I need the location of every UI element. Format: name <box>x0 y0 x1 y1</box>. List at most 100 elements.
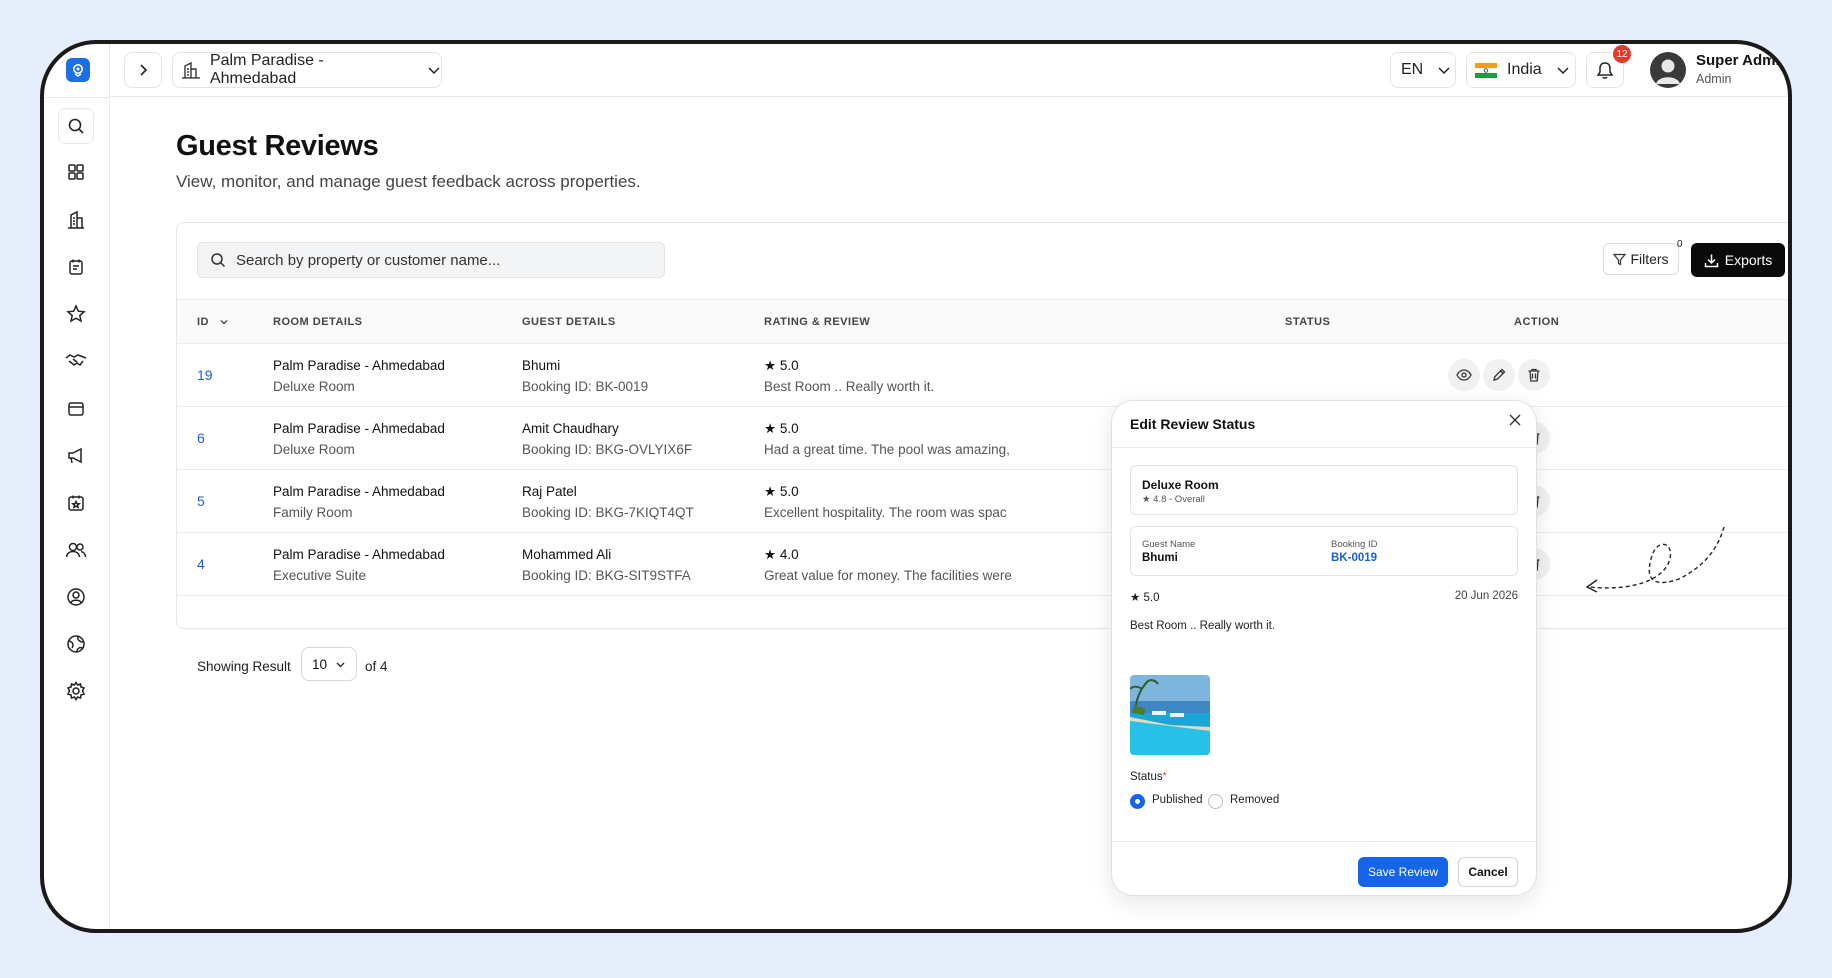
search-icon[interactable] <box>58 108 94 144</box>
rating-value: ★ 5.0 <box>764 484 799 499</box>
user-menu[interactable]: Super Admin Admin <box>1650 50 1792 90</box>
download-icon <box>1704 254 1719 267</box>
published-label[interactable]: Published <box>1152 794 1203 806</box>
users-icon[interactable] <box>61 535 91 565</box>
expand-sidebar-button[interactable] <box>124 52 162 88</box>
property-selector[interactable]: Palm Paradise - Ahmedabad <box>172 52 442 88</box>
megaphone-icon[interactable] <box>61 441 91 471</box>
user-name: Super Admin <box>1696 52 1789 69</box>
property-name: Palm Paradise - Ahmedabad <box>209 52 324 87</box>
globe-icon[interactable] <box>61 629 91 659</box>
removed-label[interactable]: Removed <box>1230 794 1279 806</box>
col-id-header[interactable]: ID <box>197 316 229 328</box>
col-guest-header: GUEST DETAILS <box>522 316 616 328</box>
country-value: India <box>1507 61 1542 78</box>
total-count: of 4 <box>365 659 388 674</box>
edit-icon[interactable] <box>1483 359 1515 391</box>
booking-id-link[interactable]: BK-0019 <box>1331 552 1377 564</box>
language-selector[interactable]: EN <box>1390 52 1456 88</box>
guest-name: Bhumi <box>522 358 561 373</box>
app-window: Palm Paradise - Ahmedabad EN India 12 Su… <box>40 40 1792 933</box>
wallet-icon[interactable] <box>61 394 91 424</box>
booking-id-label: Booking ID <box>1331 539 1378 550</box>
chevron-down-icon <box>428 67 440 75</box>
review-text: Had a great time. The pool was amazing, <box>764 442 1010 457</box>
guest-name: Amit Chaudhary <box>522 421 619 436</box>
building-icon[interactable] <box>61 205 91 235</box>
search-icon <box>211 253 226 268</box>
view-icon[interactable] <box>1448 359 1480 391</box>
review-text: Best Room .. Really worth it. <box>764 379 935 394</box>
close-icon[interactable] <box>1508 413 1522 427</box>
settings-gear-icon[interactable] <box>61 676 91 706</box>
room-type: Family Room <box>273 505 353 520</box>
review-id-link[interactable]: 4 <box>197 556 205 572</box>
notifications-button[interactable]: 12 <box>1586 45 1631 88</box>
exports-button[interactable]: Exports <box>1691 243 1785 277</box>
save-review-button[interactable]: Save Review <box>1358 857 1448 887</box>
guest-name: Mohammed Ali <box>522 547 612 562</box>
exports-label: Exports <box>1724 252 1773 268</box>
bookings-icon[interactable] <box>61 252 91 282</box>
modal-review-date: 20 Jun 2026 <box>1454 590 1518 602</box>
search-input[interactable]: Search by property or customer name... <box>236 252 500 269</box>
booking-id: Booking ID: BK-0019 <box>522 379 649 394</box>
chevron-down-icon <box>336 662 345 667</box>
chevron-down-icon <box>1788 63 1792 77</box>
page-subtitle: View, monitor, and manage guest feedback… <box>176 172 641 191</box>
property-name: Palm Paradise - Ahmedabad <box>273 421 445 436</box>
search-bar[interactable]: Search by property or customer name... <box>197 242 665 278</box>
room-type: Deluxe Room <box>273 379 355 394</box>
review-photo[interactable] <box>1130 675 1210 755</box>
rating-value: ★ 4.0 <box>764 547 799 562</box>
chevron-right-icon <box>140 64 148 76</box>
avatar <box>1650 52 1686 88</box>
modal-title: Edit Review Status <box>1130 416 1256 432</box>
review-id-link[interactable]: 19 <box>197 367 213 383</box>
filters-label: Filters <box>1630 251 1669 267</box>
chevron-down-icon <box>1438 67 1450 75</box>
cancel-button[interactable]: Cancel <box>1458 857 1518 887</box>
col-rating-header: RATING & REVIEW <box>764 316 871 328</box>
top-bar: Palm Paradise - Ahmedabad EN India 12 Su… <box>110 44 1788 97</box>
event-calendar-icon[interactable] <box>61 488 91 518</box>
modal-review-text: Best Room .. Really worth it. <box>1130 620 1276 632</box>
guest-name: Raj Patel <box>522 484 577 499</box>
star-icon[interactable] <box>61 299 91 329</box>
property-name: Palm Paradise - Ahmedabad <box>273 484 445 499</box>
review-id-link[interactable]: 6 <box>197 430 205 446</box>
booking-id: Booking ID: BKG-SIT9STFA <box>522 568 691 583</box>
page-size-value: 10 <box>311 656 328 672</box>
review-id-link[interactable]: 5 <box>197 493 205 509</box>
filter-icon <box>1613 253 1627 265</box>
filters-button[interactable]: Filters <box>1603 243 1679 275</box>
app-logo[interactable] <box>66 58 90 82</box>
notification-count-badge: 12 <box>1613 45 1631 63</box>
table-row: 6 Palm Paradise - Ahmedabad Deluxe Room Ami… <box>177 407 1788 470</box>
delete-icon[interactable] <box>1518 359 1550 391</box>
room-type: Executive Suite <box>273 568 367 583</box>
status-label: Status* <box>1130 771 1167 783</box>
india-flag-icon <box>1475 62 1497 78</box>
review-text: Great value for money. The facilities we… <box>764 568 1012 583</box>
property-name: Palm Paradise - Ahmedabad <box>273 547 445 562</box>
divider <box>44 97 110 98</box>
table-row: 19 Palm Paradise - Ahmedabad Deluxe Room Bh… <box>177 344 1788 407</box>
profile-circle-icon[interactable] <box>61 582 91 612</box>
modal-room-rating: ★ 4.8 - Overall <box>1142 494 1205 505</box>
building-icon <box>181 61 200 79</box>
dashboard-icon[interactable] <box>61 157 91 187</box>
table-header: ID ROOM DETAILS GUEST DETAILS RATING & R… <box>177 299 1788 344</box>
removed-radio[interactable] <box>1208 794 1223 809</box>
rating-value: ★ 5.0 <box>764 421 799 436</box>
published-radio[interactable] <box>1130 794 1145 809</box>
page-size-select[interactable]: 10 <box>301 647 357 681</box>
country-selector[interactable]: India <box>1466 52 1576 88</box>
room-type: Deluxe Room <box>273 442 355 457</box>
table-row: 4 Palm Paradise - Ahmedabad Executive Suit… <box>177 533 1788 596</box>
booking-id: Booking ID: BKG-7KIQT4QT <box>522 505 694 520</box>
handshake-icon[interactable] <box>61 346 91 376</box>
divider <box>1112 841 1536 842</box>
col-action-header: ACTION <box>1514 316 1560 328</box>
guest-name-value: Bhumi <box>1142 552 1178 564</box>
